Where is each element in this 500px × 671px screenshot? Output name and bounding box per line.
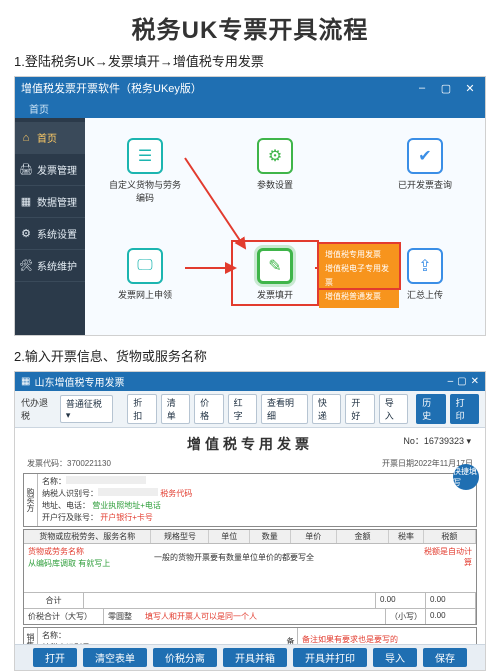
sidebar-item-label: 数据管理 — [37, 194, 77, 209]
step2-text: 2.输入开票信息、货物或服务名称 — [0, 346, 500, 371]
invoice-icon: 🖨 — [19, 163, 33, 177]
sidebar-item-invoice[interactable]: 🖨 发票管理 — [15, 154, 85, 186]
annot-items-mid: 一般的货物开票要有数量单位单价的都要写全 — [154, 552, 314, 563]
shot1-window-title: 增值税发票开票软件（税务UKey版） — [21, 80, 202, 96]
shot1-sidebar: ⌂ 首页 🖨 发票管理 ▦ 数据管理 ⚙ 系统设置 🛠 系统维护 — [15, 118, 85, 335]
tax-type-dropdown[interactable]: 普通征税 ▾ — [60, 395, 114, 423]
max-button[interactable]: ▢ — [457, 376, 466, 387]
monitor-icon: 🖵 — [137, 257, 152, 275]
node-label: 参数设置 — [235, 178, 315, 191]
node-query[interactable]: ✔ 已开发票查询 — [385, 138, 465, 191]
tb-express[interactable]: 快递 — [312, 394, 341, 424]
seller-remark-block: 销售方 名称： 纳税人识别号： 自己公司的信息，不起丹开票都是自动带入的 备注 … — [23, 627, 477, 644]
close-button[interactable]: ✕ — [461, 82, 479, 95]
home-icon: ⌂ — [19, 131, 33, 145]
step1-text: 1.登陆税务UK→发票填开→增值税专用发票 — [0, 51, 500, 76]
buyer-label: 购买方 — [24, 474, 38, 526]
settings-icon: ⚙ — [19, 227, 33, 241]
quick-fill-badge[interactable]: 快捷填写 — [453, 464, 479, 490]
sidebar-item-label: 发票管理 — [37, 162, 77, 177]
seller-label: 销售方 — [24, 628, 38, 644]
shot2-titlebar: ▦ 山东增值税专用发票 – ▢ ✕ — [15, 372, 485, 391]
buyer-fields[interactable]: 名称： 纳税人识别号： 税务代码 地址、电话： 营业执照地址+电话 开户行及账号… — [38, 474, 476, 526]
tab-home[interactable]: 首页 — [21, 99, 57, 118]
check-icon: ✔ — [418, 146, 431, 166]
gear-icon: ⚙ — [268, 146, 282, 166]
sum-row: 合计 0.00 0.00 — [24, 592, 476, 608]
buyer-block: 购买方 名称： 纳税人识别号： 税务代码 地址、电话： 营业执照地址+电话 开户… — [23, 473, 477, 527]
screenshot-1: 增值税发票开票软件（税务UKey版） – ▢ ✕ 首页 ⌂ 首页 🖨 发票管理 … — [14, 76, 486, 336]
tb-print[interactable]: 打印 — [450, 394, 479, 424]
node-param[interactable]: ⚙ 参数设置 — [235, 138, 315, 191]
annot-taxcode: 税务代码 — [160, 489, 192, 498]
shot2-bottom-bar: 打开 清空表单 价税分离 开具并箱 开具并打印 导入 保存 — [15, 644, 485, 670]
shot1-titlebar: 增值税发票开票软件（税务UKey版） – ▢ ✕ — [15, 77, 485, 99]
node-label: 已开发票查询 — [385, 178, 465, 191]
btn-split[interactable]: 价税分离 — [153, 648, 217, 667]
annot-bottom: 填写人和开票人可以是同一个人 — [145, 611, 257, 622]
node-label: 自定义货物与劳务编码 — [105, 178, 185, 204]
sidebar-item-label: 系统设置 — [37, 226, 77, 241]
app-icon: ▦ — [21, 376, 30, 387]
shot1-canvas: ☰ 自定义货物与劳务编码 🖵 发票网上申领 ⚙ 参数设置 ✎ 发票填开 ✔ 已开… — [85, 118, 485, 335]
annot-bank: 开户银行+卡号 — [100, 513, 153, 522]
invoice-form: 增值税专用发票 No：16739323 ▾ 发票代码：3700221130 开票… — [15, 428, 485, 644]
tb-detail[interactable]: 查看明细 — [261, 394, 308, 424]
tb-list[interactable]: 清单 — [161, 394, 190, 424]
items-header: 货物或应税劳务、服务名称 规格型号 单位 数量 单价 金额 税率 税额 — [24, 530, 476, 544]
annot-goods-lib: 从编码库调取 有就写上 — [28, 558, 110, 569]
toolbar-left-label: 代办退税 — [21, 396, 56, 422]
sidebar-item-label: 首页 — [37, 130, 57, 145]
annot-addr: 营业执照地址+电话 — [92, 501, 161, 510]
btn-import2[interactable]: 导入 — [373, 648, 417, 667]
node-goods[interactable]: ☰ 自定义货物与劳务编码 — [105, 138, 185, 204]
highlight-popup — [317, 242, 401, 290]
close-button[interactable]: ✕ — [471, 376, 479, 387]
invoice-no: No：16739323 ▾ — [403, 434, 471, 447]
doc-title: 税务UK专票开具流程 — [0, 0, 500, 51]
remark-label: 备注 — [284, 628, 298, 644]
sidebar-item-home[interactable]: ⌂ 首页 — [15, 122, 85, 154]
seller-fields[interactable]: 名称： 纳税人识别号： 自己公司的信息，不起丹开票都是自动带入的 — [38, 628, 284, 644]
sidebar-item-data[interactable]: ▦ 数据管理 — [15, 186, 85, 218]
screenshot-2: ▦ 山东增值税专用发票 – ▢ ✕ 代办退税 普通征税 ▾ 折扣 清单 价格 红… — [14, 371, 486, 671]
tb-history[interactable]: 历史 — [416, 394, 445, 424]
btn-open[interactable]: 打开 — [33, 648, 77, 667]
btn-clear[interactable]: 清空表单 — [83, 648, 147, 667]
maint-icon: 🛠 — [19, 259, 33, 273]
tb-red[interactable]: 红字 — [228, 394, 257, 424]
shot2-window-title: 山东增值税专用发票 — [34, 374, 124, 389]
tb-price[interactable]: 价格 — [194, 394, 223, 424]
sidebar-item-settings[interactable]: ⚙ 系统设置 — [15, 218, 85, 250]
highlight-fill — [231, 240, 319, 306]
min-button[interactable]: – — [413, 82, 431, 94]
node-online[interactable]: 🖵 发票网上申领 — [105, 248, 185, 301]
data-icon: ▦ — [19, 195, 33, 209]
annot-tax-auto: 税额是自动计算 — [422, 546, 472, 568]
annot-remark: 备注如果有要求也是要写的 — [302, 634, 398, 644]
tb-import[interactable]: 导入 — [379, 394, 408, 424]
btn-issue-box[interactable]: 开具并箱 — [223, 648, 287, 667]
tb-discount[interactable]: 折扣 — [127, 394, 156, 424]
popup-item[interactable]: 增值税普通发票 — [325, 290, 393, 304]
node-label: 发票网上申领 — [105, 288, 185, 301]
shot1-tabbar: 首页 — [15, 99, 485, 118]
invoice-code: 发票代码：3700221130 — [27, 458, 111, 469]
upload-icon: ⇪ — [418, 256, 431, 276]
items-area[interactable]: 货物或劳务名称 从编码库调取 有就写上 一般的货物开票要有数量单位单价的都要写全… — [24, 544, 476, 592]
remark-field[interactable]: 备注如果有要求也是要写的 — [298, 628, 476, 644]
shot2-toolbar: 代办退税 普通征税 ▾ 折扣 清单 价格 红字 查看明细 快递 开好 导入 历史… — [15, 391, 485, 428]
list-icon: ☰ — [138, 146, 152, 166]
annot-goods-name: 货物或劳务名称 — [28, 546, 84, 557]
min-button[interactable]: – — [448, 376, 454, 387]
max-button[interactable]: ▢ — [437, 82, 455, 95]
btn-save[interactable]: 保存 — [423, 648, 467, 667]
btn-issue-print[interactable]: 开具并打印 — [293, 648, 367, 667]
tb-done[interactable]: 开好 — [345, 394, 374, 424]
sidebar-item-maint[interactable]: 🛠 系统维护 — [15, 250, 85, 282]
sidebar-item-label: 系统维护 — [37, 258, 77, 273]
